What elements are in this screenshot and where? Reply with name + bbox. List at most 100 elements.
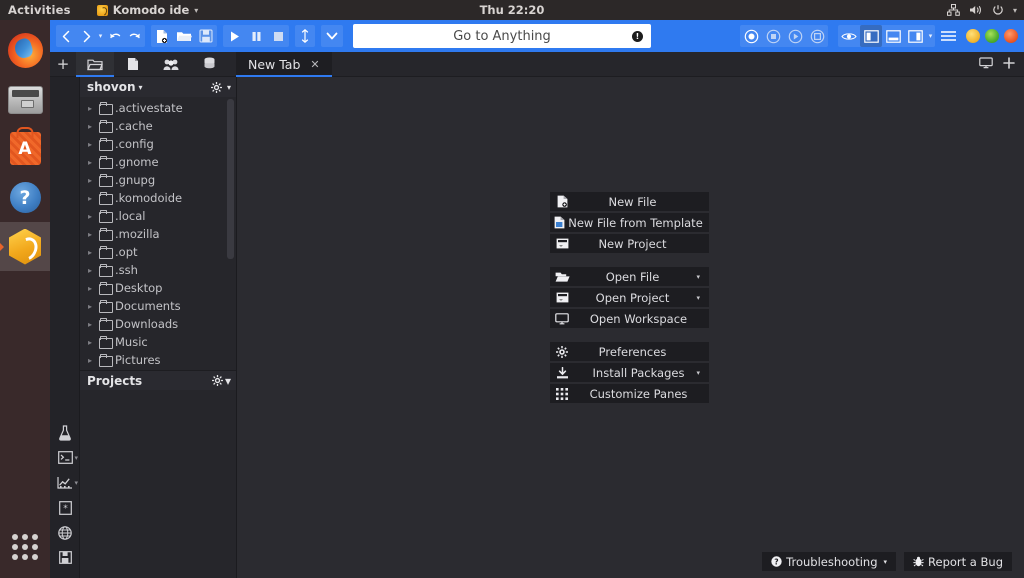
- places-gear-button[interactable]: ▾: [211, 82, 231, 93]
- chevron-right-icon[interactable]: ▸: [88, 194, 96, 203]
- file-tree-row[interactable]: ▸.opt: [80, 243, 236, 261]
- launcher-item-help[interactable]: ?: [0, 173, 50, 222]
- add-pane-button[interactable]: +: [50, 52, 76, 76]
- open-file-button[interactable]: Open File ▾: [550, 267, 709, 286]
- save-macro-icon[interactable]: [806, 25, 828, 47]
- pause-icon[interactable]: [245, 25, 267, 47]
- rail-item-terminal[interactable]: ▾: [50, 445, 80, 470]
- rail-item-snippet[interactable]: *: [50, 495, 80, 520]
- projects-gear-caret-icon[interactable]: ▾: [225, 374, 231, 388]
- chevron-right-icon[interactable]: ▸: [88, 338, 96, 347]
- show-applications-button[interactable]: [12, 534, 38, 560]
- red-status-icon[interactable]: [1004, 29, 1018, 43]
- rail-item-chart[interactable]: ▾: [50, 470, 80, 495]
- panel-tab-database[interactable]: [190, 52, 228, 76]
- system-tray[interactable]: ▾: [947, 4, 1017, 16]
- chevron-right-icon[interactable]: ▸: [88, 158, 96, 167]
- file-tree-row[interactable]: ▸Desktop: [80, 279, 236, 297]
- layout-caret-icon[interactable]: ▾: [926, 32, 935, 40]
- open-file-caret-icon[interactable]: ▾: [696, 273, 700, 281]
- launcher-item-files[interactable]: [0, 75, 50, 124]
- open-file-icon[interactable]: [173, 25, 195, 47]
- new-file-icon[interactable]: [151, 25, 173, 47]
- launcher-item-komodo-ide[interactable]: [0, 222, 50, 271]
- launcher-item-firefox[interactable]: [0, 26, 50, 75]
- report-a-bug-button[interactable]: Report a Bug: [904, 552, 1012, 571]
- chevron-right-icon[interactable]: ▸: [88, 266, 96, 275]
- rail-item-test-flask[interactable]: [50, 420, 80, 445]
- bottom-pane-icon[interactable]: [882, 25, 904, 47]
- install-packages-button[interactable]: Install Packages ▾: [550, 363, 709, 382]
- info-icon[interactable]: !: [632, 31, 643, 42]
- launcher-item-ubuntu-software[interactable]: A: [0, 124, 50, 173]
- file-tree-scrollbar[interactable]: [227, 99, 234, 259]
- new-file-button[interactable]: New File: [550, 192, 709, 211]
- open-project-caret-icon[interactable]: ▾: [696, 294, 700, 302]
- places-gear-caret-icon[interactable]: ▾: [227, 83, 231, 92]
- chevron-right-icon[interactable]: ▸: [88, 104, 96, 113]
- troubleshooting-button[interactable]: ? Troubleshooting ▾: [762, 552, 896, 571]
- chevron-right-icon[interactable]: ▸: [88, 320, 96, 329]
- panel-tab-places[interactable]: [76, 52, 114, 76]
- troubleshooting-caret-icon[interactable]: ▾: [884, 558, 888, 566]
- customize-panes-button[interactable]: Customize Panes: [550, 384, 709, 403]
- new-tab-plus-icon[interactable]: [1003, 57, 1015, 72]
- volume-icon[interactable]: [969, 4, 983, 16]
- forward-icon[interactable]: [76, 25, 96, 47]
- history-caret-icon[interactable]: ▾: [96, 32, 105, 40]
- undo-icon[interactable]: [105, 25, 125, 47]
- rail-item-globe[interactable]: [50, 520, 80, 545]
- right-pane-icon[interactable]: [904, 25, 926, 47]
- file-tree-row[interactable]: ▸.mozilla: [80, 225, 236, 243]
- places-root-caret-icon[interactable]: ▾: [139, 83, 143, 92]
- places-header[interactable]: shovon ▾ ▾: [80, 77, 236, 97]
- chevron-right-icon[interactable]: ▸: [88, 248, 96, 257]
- panel-tab-open-files[interactable]: [114, 52, 152, 76]
- sun-status-icon[interactable]: [966, 29, 980, 43]
- green-status-icon[interactable]: [985, 29, 999, 43]
- stop-icon[interactable]: [267, 25, 289, 47]
- system-menu-caret-icon[interactable]: ▾: [1013, 6, 1017, 15]
- rail-caret-icon[interactable]: ▾: [74, 479, 78, 487]
- open-project-button[interactable]: Open Project ▾: [550, 288, 709, 307]
- preview-eye-icon[interactable]: [838, 25, 860, 47]
- chevron-right-icon[interactable]: ▸: [88, 302, 96, 311]
- go-to-anything-input[interactable]: Go to Anything !: [353, 24, 651, 48]
- network-icon[interactable]: [947, 4, 960, 16]
- redo-icon[interactable]: [125, 25, 145, 47]
- open-workspace-button[interactable]: Open Workspace: [550, 309, 709, 328]
- panel-tab-collaboration[interactable]: [152, 52, 190, 76]
- file-tree-row[interactable]: ▸Pictures: [80, 351, 236, 369]
- editor-tab-new-tab[interactable]: New Tab ✕: [236, 52, 332, 76]
- back-icon[interactable]: [56, 25, 76, 47]
- install-packages-caret-icon[interactable]: ▾: [696, 369, 700, 377]
- chevron-right-icon[interactable]: ▸: [88, 284, 96, 293]
- projects-gear-button[interactable]: ▾: [212, 374, 231, 388]
- activities-button[interactable]: Activities: [8, 3, 71, 17]
- file-tree-row[interactable]: ▸.gnome: [80, 153, 236, 171]
- rail-caret-icon[interactable]: ▾: [74, 454, 78, 462]
- file-tree-row[interactable]: ▸.cache: [80, 117, 236, 135]
- record-macro-icon[interactable]: [740, 25, 762, 47]
- file-tree-row[interactable]: ▸Downloads: [80, 315, 236, 333]
- new-file-from-template-button[interactable]: New File from Template: [550, 213, 709, 232]
- chevron-right-icon[interactable]: ▸: [88, 230, 96, 239]
- stop-macro-icon[interactable]: [762, 25, 784, 47]
- hamburger-menu-icon[interactable]: [935, 30, 961, 42]
- power-icon[interactable]: [992, 4, 1004, 16]
- run-icon[interactable]: [223, 25, 245, 47]
- chevron-down-icon[interactable]: [321, 25, 343, 47]
- file-tree[interactable]: ▸.activestate ▸.cache ▸.config ▸.gnome ▸…: [80, 97, 236, 370]
- file-tree-row[interactable]: ▸.config: [80, 135, 236, 153]
- chevron-right-icon[interactable]: ▸: [88, 122, 96, 131]
- file-tree-row[interactable]: ▸.activestate: [80, 99, 236, 117]
- left-pane-icon[interactable]: [860, 25, 882, 47]
- file-tree-row[interactable]: ▸Music: [80, 333, 236, 351]
- monitor-icon[interactable]: [979, 57, 993, 72]
- save-all-icon[interactable]: [195, 25, 217, 47]
- chevron-right-icon[interactable]: ▸: [88, 356, 96, 365]
- preferences-button[interactable]: Preferences: [550, 342, 709, 361]
- rail-item-save[interactable]: [50, 545, 80, 570]
- file-tree-row[interactable]: ▸.ssh: [80, 261, 236, 279]
- file-tree-row[interactable]: ▸Documents: [80, 297, 236, 315]
